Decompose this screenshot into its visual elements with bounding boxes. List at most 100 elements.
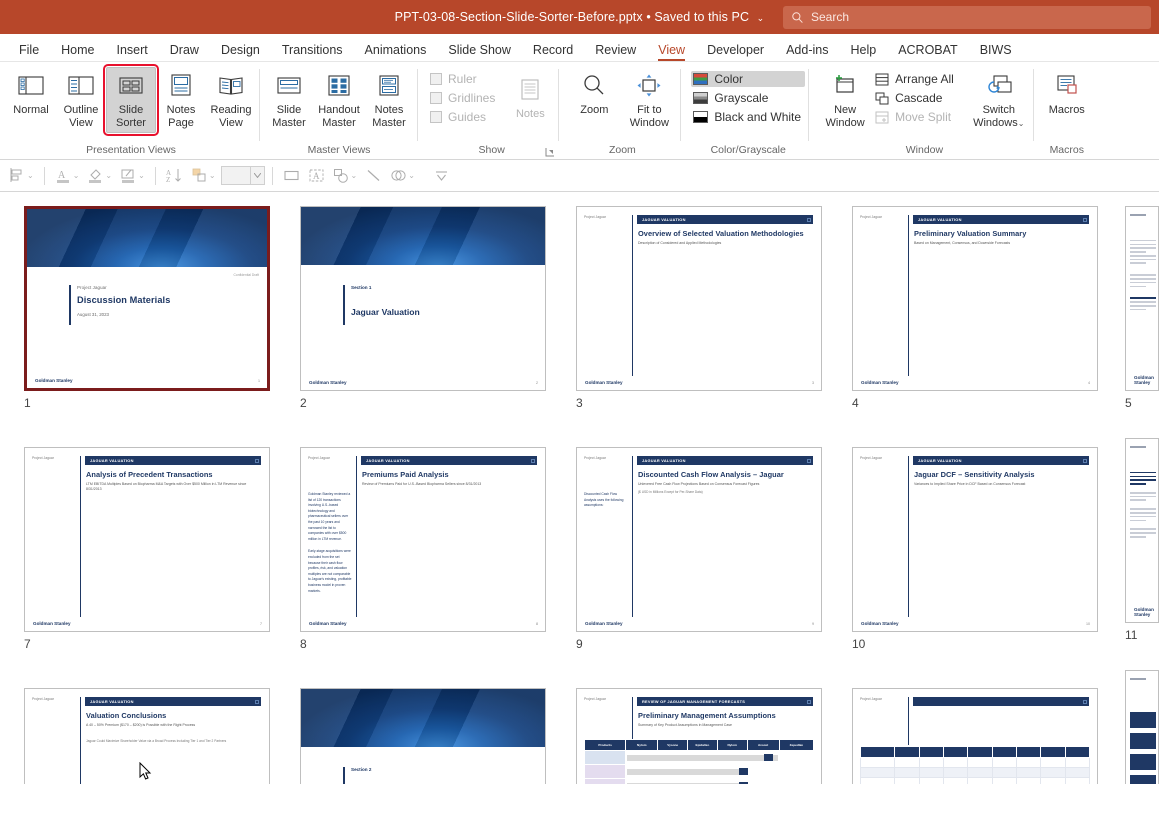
ribbon-group-zoom: Zoom Fit to Window Zoom: [559, 62, 681, 159]
slide-master-label: Slide Master: [266, 104, 312, 129]
slide-surface[interactable]: Project Jaguar JAGUAR VALUATION Overview…: [576, 206, 822, 391]
tab-insert[interactable]: Insert: [106, 44, 159, 62]
new-window-button[interactable]: New Window: [819, 67, 871, 133]
macros-button[interactable]: Macros: [1042, 67, 1092, 121]
slide-surface[interactable]: Project Jaguar JAGUAR VALUATION Prelimin…: [852, 206, 1098, 391]
font-size-combo[interactable]: [221, 166, 265, 185]
slide-surface[interactable]: Project Jaguar REVIEW OF JAGUAR MANAGEME…: [576, 688, 822, 784]
chevron-down-icon[interactable]: ⌄: [408, 171, 415, 180]
notes-button[interactable]: Notes: [505, 71, 555, 125]
slide-surface[interactable]: Goldman Stanley: [1125, 206, 1159, 391]
slide-thumbnail-4[interactable]: Project Jaguar JAGUAR VALUATION Prelimin…: [852, 206, 1098, 410]
ruler-checkbox[interactable]: Ruler: [428, 71, 499, 87]
color-option[interactable]: Color: [691, 71, 805, 87]
tab-help[interactable]: Help: [839, 44, 887, 62]
cell-product: [585, 751, 626, 765]
normal-view-button[interactable]: Normal: [6, 67, 56, 121]
move-split-button[interactable]: Move Split: [873, 109, 958, 125]
tab-slide-show[interactable]: Slide Show: [437, 44, 522, 62]
shapes-button[interactable]: ⌄: [330, 165, 361, 186]
switch-windows-button[interactable]: Switch Windows⌄: [968, 67, 1030, 133]
section-band: JAGUAR VALUATION: [637, 215, 813, 224]
slide-thumbnail-1[interactable]: Confidential Draft Project Jaguar Discus…: [24, 206, 270, 410]
group-objects-button[interactable]: ⌄: [188, 165, 219, 186]
tab-transitions[interactable]: Transitions: [271, 44, 354, 62]
line-shape-button[interactable]: [362, 165, 385, 186]
slide-surface[interactable]: Project Jaguar JAGUAR VALUATION Premiums…: [300, 447, 546, 632]
grayscale-option[interactable]: Grayscale: [691, 90, 805, 106]
handout-master-button[interactable]: Handout Master: [314, 67, 364, 133]
font-color-button[interactable]: A ⌄: [52, 165, 83, 186]
outline-view-button[interactable]: Outline View: [56, 67, 106, 133]
slide-surface[interactable]: Confidential Draft Project Jaguar Discus…: [24, 206, 270, 391]
zoom-button[interactable]: Zoom: [567, 67, 621, 121]
shape-outline-button[interactable]: ⌄: [117, 165, 148, 186]
section-banner-image: [301, 689, 545, 747]
slide-thumbnail-7[interactable]: Project Jaguar JAGUAR VALUATION Analysis…: [24, 447, 270, 651]
slide-thumbnail-9[interactable]: Project Jaguar JAGUAR VALUATION Discount…: [576, 447, 822, 651]
gridlines-checkbox[interactable]: Gridlines: [428, 90, 499, 106]
chevron-down-icon[interactable]: ⌄: [757, 13, 765, 23]
dialog-launcher-icon[interactable]: [545, 147, 555, 157]
rectangle-shape-button[interactable]: [280, 165, 303, 186]
slide-thumbnail-15[interactable]: Project Jaguar REVIEW OF JAGUAR MANAGEME…: [576, 688, 822, 784]
slide-surface[interactable]: Project Jaguar JAGUAR VALUATION Jaguar D…: [852, 447, 1098, 632]
arrange-all-button[interactable]: Arrange All: [873, 71, 958, 87]
slide-surface[interactable]: Project Jaguar JAGUAR VALUATION Discount…: [576, 447, 822, 632]
tab-biws[interactable]: BIWS: [969, 44, 1023, 62]
notes-page-button[interactable]: Notes Page: [156, 67, 206, 133]
reading-view-button[interactable]: Reading View: [206, 67, 256, 133]
slide-surface[interactable]: Project Jaguar: [852, 688, 1098, 784]
slide-thumbnail-10[interactable]: Project Jaguar JAGUAR VALUATION Jaguar D…: [852, 447, 1098, 651]
merge-shapes-button[interactable]: ⌄: [387, 165, 418, 186]
notes-master-button[interactable]: Notes Master: [364, 67, 414, 133]
more-commands-button[interactable]: [430, 165, 453, 186]
tab-view[interactable]: View: [647, 44, 696, 62]
slide-thumbnail-17[interactable]: [1125, 670, 1159, 784]
tab-file[interactable]: File: [8, 44, 50, 62]
guides-checkbox[interactable]: Guides: [428, 109, 499, 125]
slide-surface[interactable]: Section 1 Jaguar Valuation Goldman Stanl…: [300, 206, 546, 391]
slide-surface[interactable]: Goldman Stanley: [1125, 438, 1159, 623]
section-band-label: JAGUAR VALUATION: [642, 217, 686, 222]
black-and-white-option[interactable]: Black and White: [691, 109, 805, 125]
tab-draw[interactable]: Draw: [159, 44, 210, 62]
slide-sorter-button[interactable]: Slide Sorter: [106, 67, 156, 133]
tab-design[interactable]: Design: [210, 44, 271, 62]
tab-developer[interactable]: Developer: [696, 44, 775, 62]
tab-review[interactable]: Review: [584, 44, 647, 62]
cascade-button[interactable]: Cascade: [873, 90, 958, 106]
sort-button[interactable]: A Z: [163, 165, 186, 186]
text-box-button[interactable]: A: [305, 165, 328, 186]
fit-to-window-button[interactable]: Fit to Window: [621, 67, 677, 133]
slide-surface[interactable]: [1125, 670, 1159, 784]
chevron-down-icon[interactable]: ⌄: [27, 171, 34, 180]
slide-thumbnail-14[interactable]: Section 2 Review of Jaguar Management Fo…: [300, 688, 546, 784]
search-input[interactable]: Search: [783, 6, 1151, 29]
slide-surface[interactable]: Project Jaguar JAGUAR VALUATION Analysis…: [24, 447, 270, 632]
slide-thumbnail-2[interactable]: Section 1 Jaguar Valuation Goldman Stanl…: [300, 206, 546, 410]
slide-th*umbnail-11[interactable]: Goldman Stanley 11: [1125, 438, 1159, 642]
slide-thumbnail-8[interactable]: Project Jaguar JAGUAR VALUATION Premiums…: [300, 447, 546, 651]
tab-add-ins[interactable]: Add-ins: [775, 44, 839, 62]
chevron-down-icon[interactable]: ⌄: [73, 171, 80, 180]
tab-animations[interactable]: Animations: [354, 44, 438, 62]
slide-sorter-canvas[interactable]: Confidential Draft Project Jaguar Discus…: [0, 192, 1159, 784]
slide-surface[interactable]: Section 2 Review of Jaguar Management Fo…: [300, 688, 546, 784]
chevron-down-icon[interactable]: ⌄: [138, 171, 145, 180]
slide-master-button[interactable]: Slide Master: [264, 67, 314, 133]
slide-thumbnail-16[interactable]: Project Jaguar: [852, 688, 1098, 784]
slide-thumbnail-5[interactable]: Goldman Stanley 5: [1125, 206, 1159, 410]
align-objects-button[interactable]: ⌄: [6, 165, 37, 186]
chevron-down-icon[interactable]: ⌄: [209, 171, 216, 180]
tab-acrobat[interactable]: ACROBAT: [887, 44, 969, 62]
tab-record[interactable]: Record: [522, 44, 584, 62]
shape-fill-button[interactable]: ⌄: [84, 165, 115, 186]
group-label-master-views: Master Views: [264, 144, 414, 159]
chevron-down-icon[interactable]: ⌄: [105, 171, 112, 180]
chevron-down-icon[interactable]: [250, 167, 264, 184]
chevron-down-icon[interactable]: ⌄: [351, 171, 358, 180]
tab-home[interactable]: Home: [50, 44, 105, 62]
slide-thumbnail-3[interactable]: Project Jaguar JAGUAR VALUATION Overview…: [576, 206, 822, 410]
accent-rule: [908, 456, 909, 617]
